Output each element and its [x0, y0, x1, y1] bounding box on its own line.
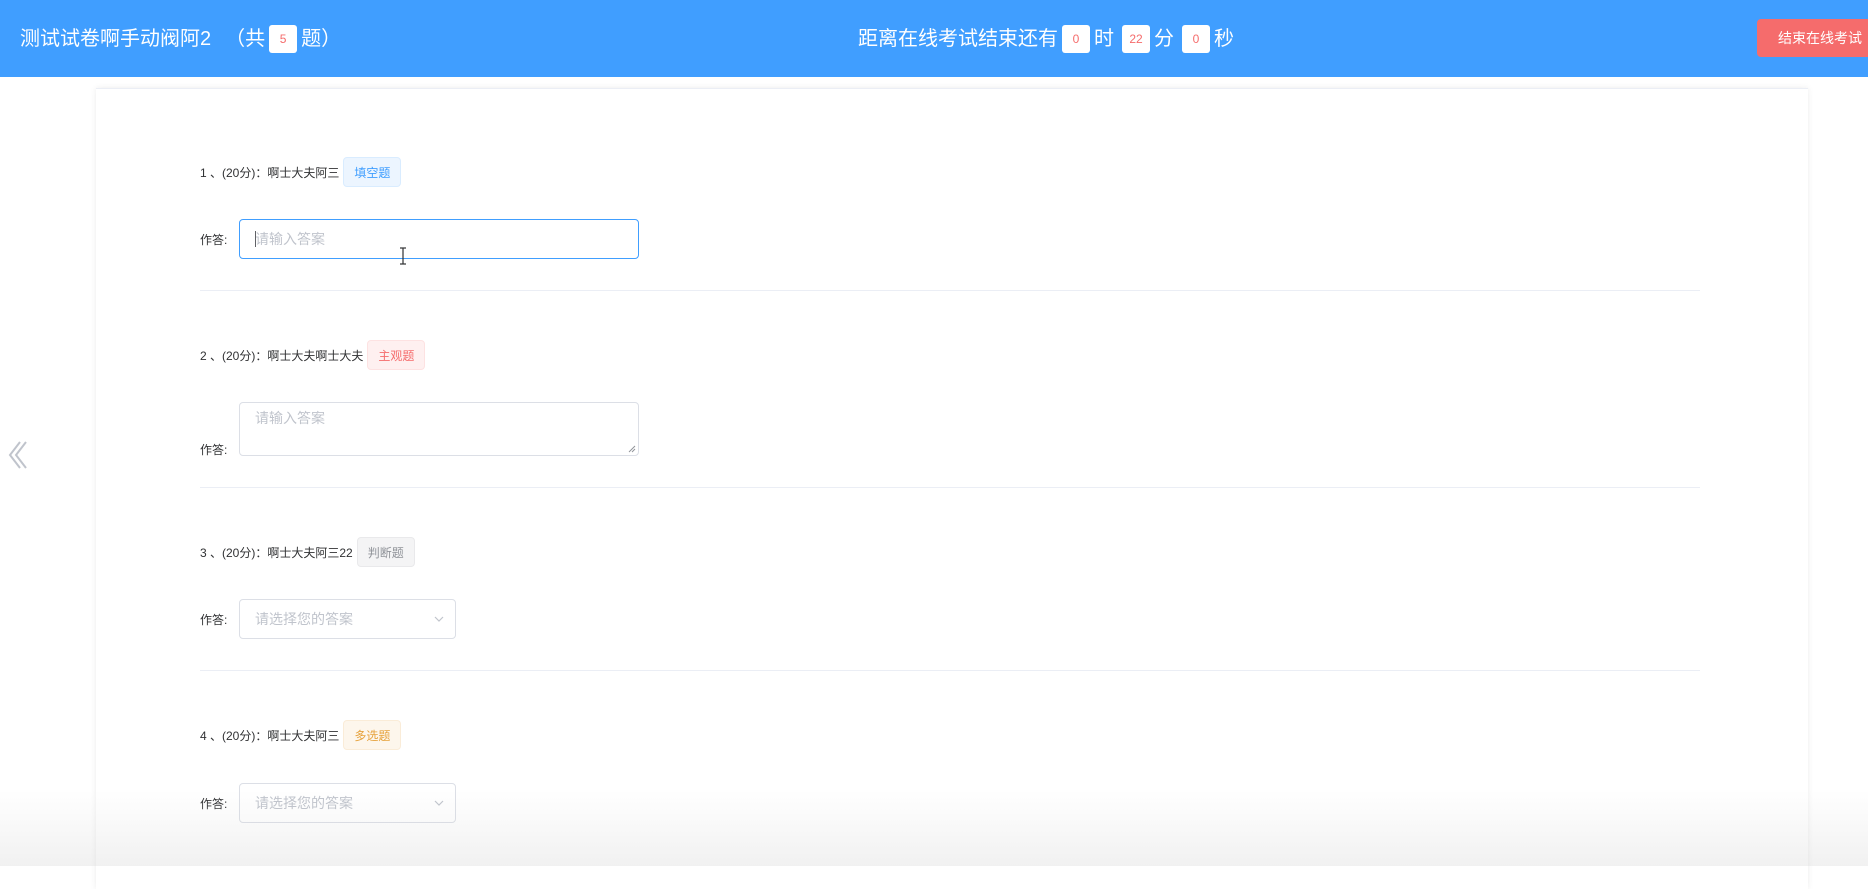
- exam-header: 测试试卷啊手动阀阿2 （共 5 题） 距离在线考试结束还有 0 时 22 分 0…: [0, 0, 1868, 77]
- question-text: 啊士大夫啊士大夫: [267, 348, 364, 363]
- question-header: 3 、(20分)： 啊士大夫阿三22 判断题: [200, 537, 415, 567]
- question-text: 啊士大夫阿三: [267, 165, 340, 180]
- countdown-timer: 距离在线考试结束还有 0 时 22 分 0 秒: [858, 25, 1234, 53]
- question-type-tag: 填空题: [343, 157, 402, 187]
- answer-input[interactable]: 请输入答案: [239, 219, 639, 259]
- answer-select[interactable]: 请选择您的答案: [239, 783, 456, 823]
- question-score: 4 、(20分)：: [200, 728, 268, 743]
- input-caret: [255, 231, 256, 247]
- chevron-down-icon: [434, 800, 444, 806]
- question-type-tag: 多选题: [343, 720, 402, 750]
- divider: [200, 670, 1700, 671]
- exam-paper: 1 、(20分)： 啊士大夫阿三 填空题 作答: 请输入答案 2 、(20分)：…: [96, 88, 1808, 889]
- answer-label: 作答:: [200, 613, 228, 627]
- question-text: 啊士大夫阿三22: [267, 545, 353, 560]
- resize-handle-icon[interactable]: [628, 445, 636, 453]
- divider: [200, 290, 1700, 291]
- timer-hours: 0: [1062, 25, 1090, 53]
- timer-seconds: 0: [1182, 25, 1210, 53]
- divider: [200, 487, 1700, 488]
- exam-title: 测试试卷啊手动阀阿2: [20, 28, 212, 50]
- question-header: 4 、(20分)： 啊士大夫阿三 多选题: [200, 720, 402, 750]
- question-header: 1 、(20分)： 啊士大夫阿三 填空题: [200, 157, 402, 187]
- question-count: 5: [269, 25, 298, 53]
- answer-select-placeholder: 请选择您的答案: [255, 795, 353, 811]
- question-text: 啊士大夫阿三: [267, 728, 340, 743]
- answer-label: 作答:: [200, 443, 228, 457]
- answer-select[interactable]: 请选择您的答案: [239, 599, 456, 639]
- question-type-tag: 判断题: [356, 537, 415, 567]
- question-count-suffix: 题）: [301, 28, 342, 50]
- exam-title-bar: 测试试卷啊手动阀阿2 （共 5 题）: [20, 25, 341, 53]
- answer-input-placeholder: 请输入答案: [255, 231, 325, 247]
- chevron-left-icon[interactable]: [4, 438, 28, 472]
- answer-textarea-placeholder: 请输入答案: [255, 410, 325, 426]
- question-score: 2 、(20分)：: [200, 348, 268, 363]
- question-score: 3 、(20分)：: [200, 545, 268, 560]
- timer-hours-unit: 时: [1094, 28, 1114, 50]
- chevron-down-icon: [434, 616, 444, 622]
- question-score: 1 、(20分)：: [200, 165, 268, 180]
- question-header: 2 、(20分)： 啊士大夫啊士大夫 主观题: [200, 340, 426, 370]
- answer-textarea[interactable]: 请输入答案: [239, 402, 639, 456]
- timer-minutes-unit: 分: [1154, 28, 1174, 50]
- answer-select-placeholder: 请选择您的答案: [255, 611, 353, 627]
- end-exam-button[interactable]: 结束在线考试: [1757, 19, 1868, 57]
- timer-minutes: 22: [1122, 25, 1150, 53]
- answer-label: 作答:: [200, 797, 228, 811]
- timer-prefix: 距离在线考试结束还有: [858, 28, 1058, 50]
- question-count-prefix: （共: [225, 28, 266, 50]
- timer-seconds-unit: 秒: [1214, 28, 1234, 50]
- answer-label: 作答:: [200, 233, 228, 247]
- text-cursor-icon: [400, 247, 406, 265]
- question-type-tag: 主观题: [367, 340, 426, 370]
